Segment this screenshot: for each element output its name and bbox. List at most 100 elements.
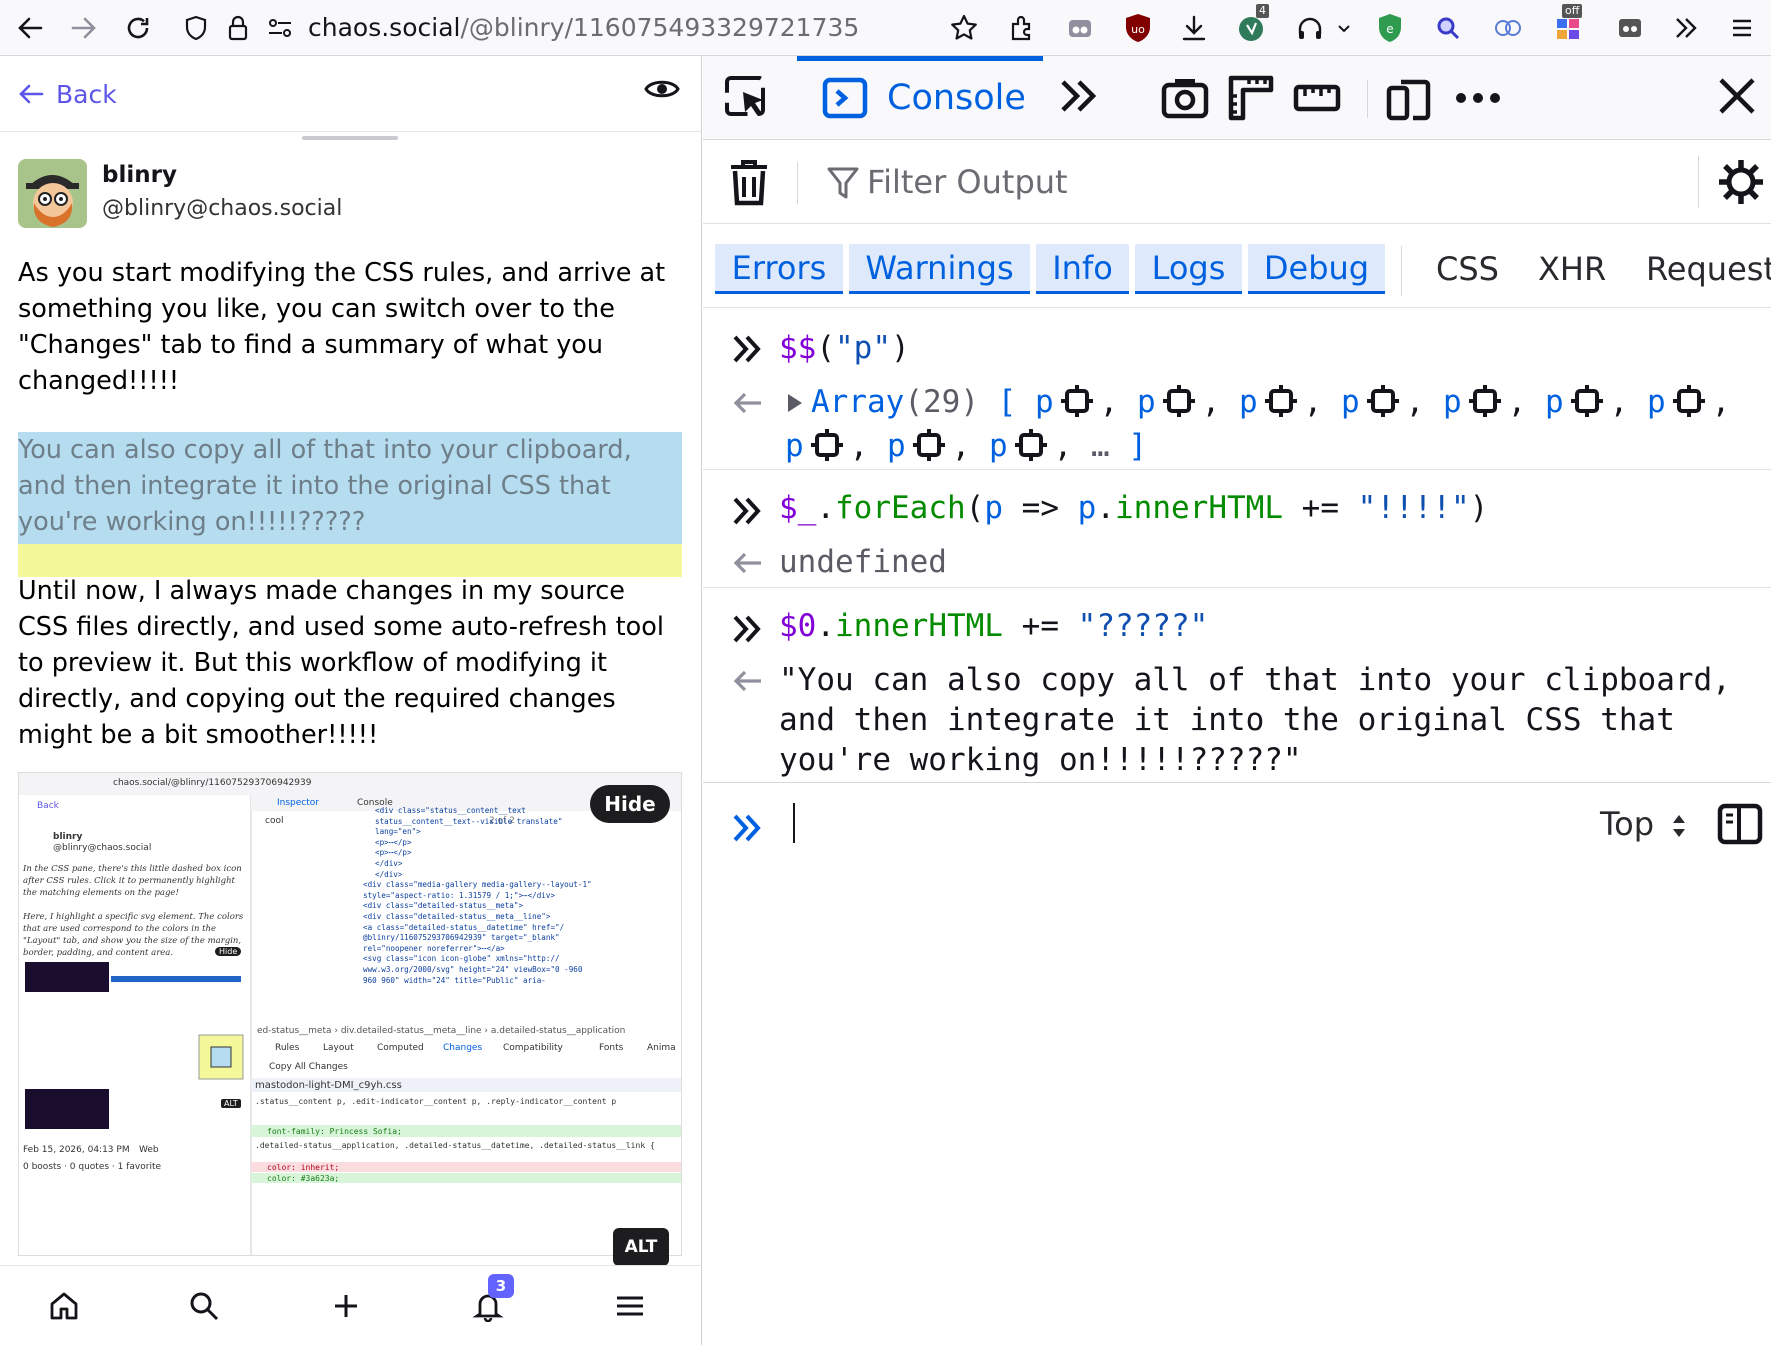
headphones-icon[interactable] bbox=[1292, 10, 1328, 46]
ublock-origin-icon[interactable]: uo bbox=[1120, 10, 1156, 46]
privacy-badger-icon[interactable]: e bbox=[1372, 10, 1408, 46]
url-host: chaos.social bbox=[308, 13, 461, 42]
array-element[interactable]: p bbox=[887, 428, 952, 464]
tab-console[interactable]: Console bbox=[797, 56, 1043, 140]
thumb-paragraph: Here, I highlight a specific svg element… bbox=[23, 912, 244, 958]
array-output[interactable]: Array(29) [ p, p, p, p, p, p, p, p, p, p… bbox=[785, 380, 1751, 468]
extension-fox-icon[interactable]: 4 bbox=[1234, 4, 1270, 46]
rulers-icon[interactable] bbox=[1227, 74, 1277, 124]
thumb-back: Back bbox=[37, 801, 59, 811]
hide-media-button[interactable]: Hide bbox=[590, 785, 670, 823]
extension-off-badge: off bbox=[1562, 4, 1583, 18]
alt-text-button[interactable]: ALT bbox=[613, 1228, 669, 1266]
string-output[interactable]: "You can also copy all of that into your… bbox=[779, 660, 1755, 780]
thumb-sub-tab: Rules bbox=[275, 1043, 300, 1053]
console-input-row[interactable]: Top bbox=[703, 782, 1771, 872]
filter-output-input[interactable] bbox=[867, 160, 1567, 204]
menu-icon[interactable] bbox=[614, 1290, 650, 1326]
code-token: $0 bbox=[779, 608, 817, 644]
code-token: "!!!!" bbox=[1357, 490, 1470, 526]
disguise-extension-icon[interactable] bbox=[1612, 10, 1648, 46]
thumb-sub-tab: Computed bbox=[377, 1043, 424, 1053]
filter-logs-button[interactable]: Logs bbox=[1135, 244, 1242, 294]
output-arrow-icon bbox=[733, 552, 761, 574]
array-element[interactable]: p bbox=[785, 428, 850, 464]
filter-requests-button[interactable]: Request bbox=[1646, 244, 1771, 294]
console-message-group: $$("p") Array(29) [ p, p, p, p, p, p, p,… bbox=[703, 308, 1771, 470]
updown-arrows-icon[interactable] bbox=[1670, 811, 1688, 845]
extensions-puzzle-icon[interactable] bbox=[1004, 10, 1040, 46]
search-icon[interactable] bbox=[188, 1290, 224, 1326]
thumb-date: Feb 15, 2026, 04:13 PM bbox=[23, 1145, 130, 1155]
element-picker-icon[interactable] bbox=[723, 74, 773, 124]
array-element[interactable]: p bbox=[1239, 384, 1304, 420]
avatar[interactable] bbox=[18, 159, 87, 228]
home-icon[interactable] bbox=[48, 1290, 84, 1326]
compose-plus-icon[interactable] bbox=[330, 1290, 366, 1326]
more-tools-chevrons-icon[interactable] bbox=[1057, 74, 1107, 124]
filter-warnings-button[interactable]: Warnings bbox=[849, 244, 1030, 294]
author-display-name[interactable]: blinry bbox=[102, 162, 177, 188]
array-element[interactable]: p bbox=[1443, 384, 1508, 420]
download-icon[interactable] bbox=[1176, 10, 1212, 46]
expand-triangle-icon[interactable] bbox=[785, 392, 805, 414]
reload-icon[interactable] bbox=[120, 10, 156, 46]
array-element[interactable]: p bbox=[1647, 384, 1712, 420]
responsive-design-icon[interactable] bbox=[1385, 74, 1435, 124]
back-button[interactable]: Back bbox=[18, 76, 117, 112]
code-token: p bbox=[984, 490, 1003, 526]
code-token: forEach bbox=[835, 490, 966, 526]
screenshot-camera-icon[interactable] bbox=[1161, 74, 1211, 124]
thumb-file-name: mastodon-light-DMI_c9yh.css bbox=[255, 1080, 402, 1091]
highlighted-paragraph: You can also copy all of that into your … bbox=[18, 432, 682, 577]
forward-arrow-icon[interactable] bbox=[66, 10, 102, 46]
array-element[interactable]: p bbox=[989, 428, 1054, 464]
console-settings-gear-icon[interactable] bbox=[1717, 158, 1767, 208]
container-tab-icon[interactable] bbox=[1062, 10, 1098, 46]
eye-icon[interactable] bbox=[644, 76, 684, 112]
input-chevrons-icon bbox=[733, 497, 761, 525]
thumb-code-line: www.w3.org/2000/svg" height="24" viewBox… bbox=[363, 965, 583, 974]
media-attachment[interactable]: chaos.social/@blinry/116075293706942939 … bbox=[18, 772, 682, 1256]
console-input: $_.forEach(p => p.innerHTML += "!!!!") bbox=[779, 490, 1489, 526]
filter-debug-button[interactable]: Debug bbox=[1248, 244, 1385, 294]
clear-console-trash-icon[interactable] bbox=[729, 158, 779, 208]
back-arrow-icon[interactable] bbox=[12, 10, 48, 46]
filter-errors-button[interactable]: Errors bbox=[715, 244, 843, 294]
filter-xhr-button[interactable]: XHR bbox=[1538, 244, 1606, 294]
measure-ruler-icon[interactable] bbox=[1293, 74, 1343, 124]
array-element[interactable]: p bbox=[1545, 384, 1610, 420]
close-devtools-icon[interactable] bbox=[1715, 74, 1765, 124]
url-bar[interactable]: chaos.social/@blinry/116075493329721735 bbox=[308, 10, 859, 46]
array-element[interactable]: p bbox=[1035, 384, 1100, 420]
array-element[interactable]: p bbox=[1341, 384, 1406, 420]
node-inspect-icon bbox=[1468, 385, 1501, 417]
thumb-code-line: <div class="media-gallery media-gallery-… bbox=[363, 880, 592, 890]
thumb-code-line: rel="noopener noreferrer">⋯</a> bbox=[363, 943, 505, 953]
chevron-down-icon[interactable] bbox=[1326, 10, 1362, 46]
thumb-code-line: @blinry/116075293706942939" target="_bla… bbox=[363, 933, 560, 943]
active-tab-indicator bbox=[797, 56, 1043, 61]
thumb-code-line: <div class="detailed-status__meta__line"… bbox=[363, 912, 551, 921]
overflow-chevrons-icon[interactable] bbox=[1668, 10, 1704, 46]
rings-extension-icon[interactable] bbox=[1490, 10, 1526, 46]
input-chevrons-icon bbox=[733, 615, 761, 643]
thumb-sub-tab: Anima bbox=[647, 1043, 676, 1053]
undefined-output: undefined bbox=[779, 544, 947, 580]
shield-icon[interactable] bbox=[178, 10, 214, 46]
lock-icon[interactable] bbox=[220, 10, 256, 46]
separator bbox=[797, 162, 798, 204]
context-selector[interactable]: Top bbox=[1600, 805, 1654, 843]
sidebar-toggle-icon[interactable] bbox=[1717, 803, 1763, 849]
author-handle[interactable]: @blinry@chaos.social bbox=[102, 196, 342, 221]
grid-extension-icon[interactable]: off bbox=[1550, 4, 1586, 46]
filter-css-button[interactable]: CSS bbox=[1436, 244, 1499, 294]
more-options-ellipsis-icon[interactable] bbox=[1453, 74, 1503, 124]
array-element[interactable]: p bbox=[1137, 384, 1202, 420]
hamburger-menu-icon[interactable] bbox=[1724, 10, 1760, 46]
filter-funnel-icon bbox=[827, 166, 859, 204]
site-permissions-icon[interactable] bbox=[262, 10, 298, 46]
magnifier-extension-icon[interactable] bbox=[1430, 10, 1466, 46]
bookmark-star-icon[interactable] bbox=[946, 10, 982, 46]
filter-info-button[interactable]: Info bbox=[1036, 244, 1129, 294]
